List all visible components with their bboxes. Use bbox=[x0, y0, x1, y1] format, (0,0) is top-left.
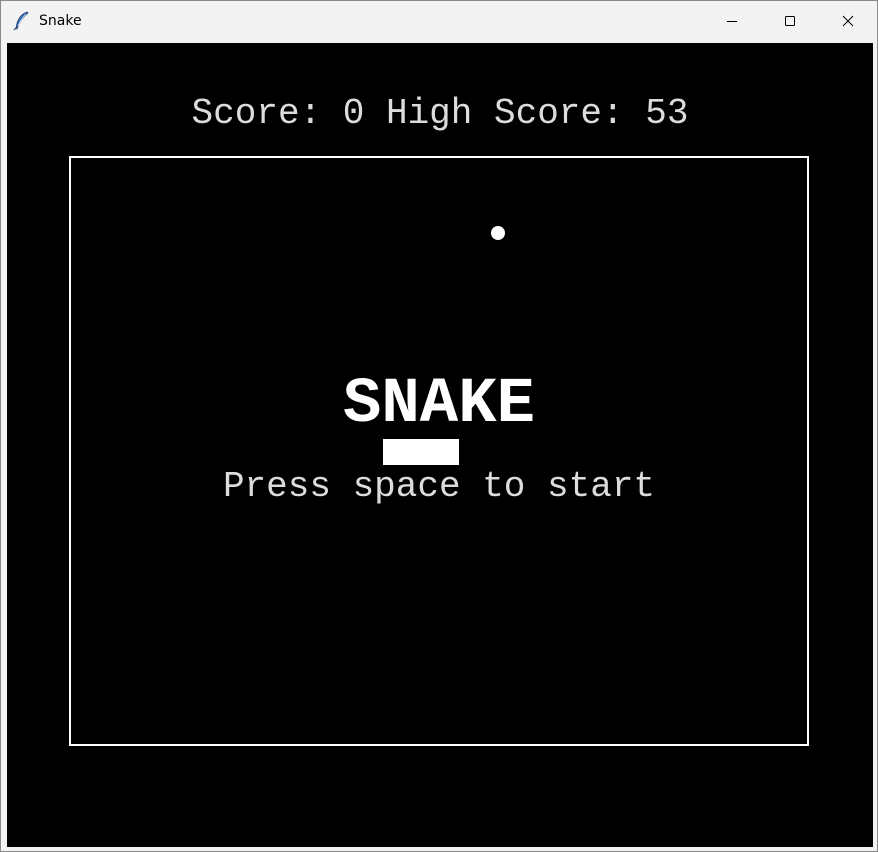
maximize-button[interactable] bbox=[761, 1, 819, 41]
close-icon bbox=[842, 15, 854, 27]
window-title: Snake bbox=[39, 13, 82, 29]
snake-body bbox=[383, 439, 459, 465]
minimize-button[interactable] bbox=[703, 1, 761, 41]
minimize-icon bbox=[727, 21, 737, 22]
close-button[interactable] bbox=[819, 1, 877, 41]
maximize-icon bbox=[785, 16, 795, 26]
game-canvas[interactable]: Score: 0 High Score: 53 SNAKE Press spac… bbox=[7, 43, 873, 847]
start-prompt: Press space to start bbox=[222, 466, 656, 507]
title-bar[interactable]: Snake bbox=[1, 1, 877, 41]
food-dot bbox=[491, 226, 505, 240]
play-area-border: SNAKE Press space to start bbox=[69, 156, 809, 746]
feather-icon bbox=[13, 11, 29, 31]
game-title: SNAKE bbox=[342, 369, 536, 441]
app-window: Snake Score: 0 High Score: 53 SNAKE Pres… bbox=[0, 0, 878, 852]
score-display: Score: 0 High Score: 53 bbox=[191, 93, 689, 134]
